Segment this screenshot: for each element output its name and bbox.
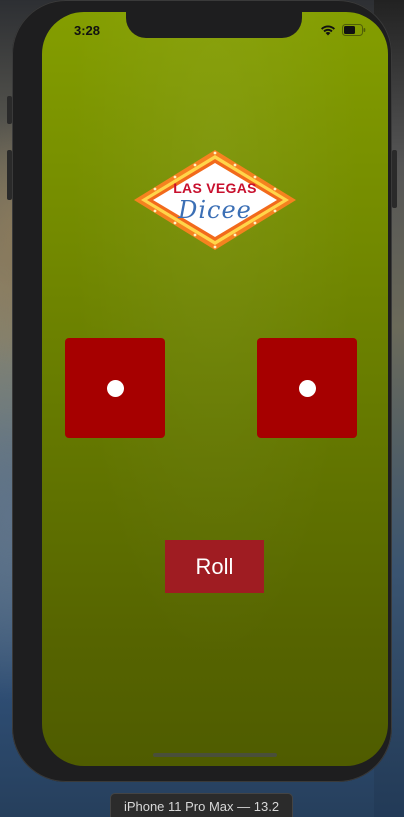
logo-title: LAS VEGAS	[173, 180, 257, 196]
logo-subtitle: Dicee	[178, 196, 252, 224]
status-icons	[320, 24, 366, 36]
roll-button[interactable]: Roll	[165, 540, 264, 593]
iphone-frame: 3:28 LAS VEGAS Dicee Roll	[12, 0, 392, 782]
home-indicator[interactable]	[153, 753, 277, 757]
app-screen: 3:28 LAS VEGAS Dicee Roll	[42, 12, 388, 766]
power-button	[392, 150, 397, 208]
las-vegas-dicee-logo: LAS VEGAS Dicee	[132, 148, 298, 252]
wifi-icon	[320, 24, 336, 36]
battery-icon	[342, 24, 366, 36]
die-pip	[107, 380, 124, 397]
simulator-device-label: iPhone 11 Pro Max — 13.2	[110, 793, 293, 817]
right-die	[257, 338, 357, 438]
left-die	[65, 338, 165, 438]
die-pip	[299, 380, 316, 397]
status-time: 3:28	[74, 23, 101, 38]
notch	[126, 12, 302, 38]
